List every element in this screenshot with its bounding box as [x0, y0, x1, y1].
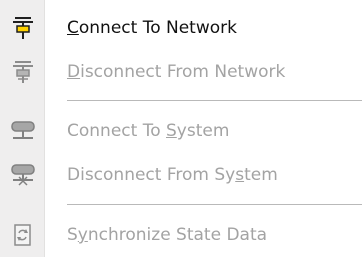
menu-item-disconnect-from-system[interactable]: Disconnect From System: [0, 154, 362, 196]
menu-item-label: Connect To System: [67, 121, 230, 141]
menu-item-synchronize-state-data[interactable]: Synchronize State Data: [0, 214, 362, 256]
menu-item-connect-to-system[interactable]: Connect To System: [0, 110, 362, 152]
menu-item-label: Disconnect From System: [67, 165, 278, 185]
menu-item-label: Synchronize State Data: [67, 225, 268, 245]
menu-item-disconnect-from-network[interactable]: Disconnect From Network: [0, 51, 362, 93]
menu-separator: [67, 204, 362, 205]
synchronize-icon: [14, 224, 31, 246]
system-disconnect-icon: [11, 164, 35, 186]
menu-separator: [67, 100, 362, 101]
menu-item-label: Disconnect From Network: [67, 62, 286, 82]
network-disconnect-icon: [13, 61, 33, 83]
menu-item-label: Connect To Network: [67, 18, 237, 38]
context-menu: Connect To Network Disconnect From Netwo…: [0, 0, 362, 257]
system-connect-icon: [11, 121, 35, 139]
network-connect-icon: [13, 17, 33, 39]
menu-item-connect-to-network[interactable]: Connect To Network: [0, 7, 362, 49]
